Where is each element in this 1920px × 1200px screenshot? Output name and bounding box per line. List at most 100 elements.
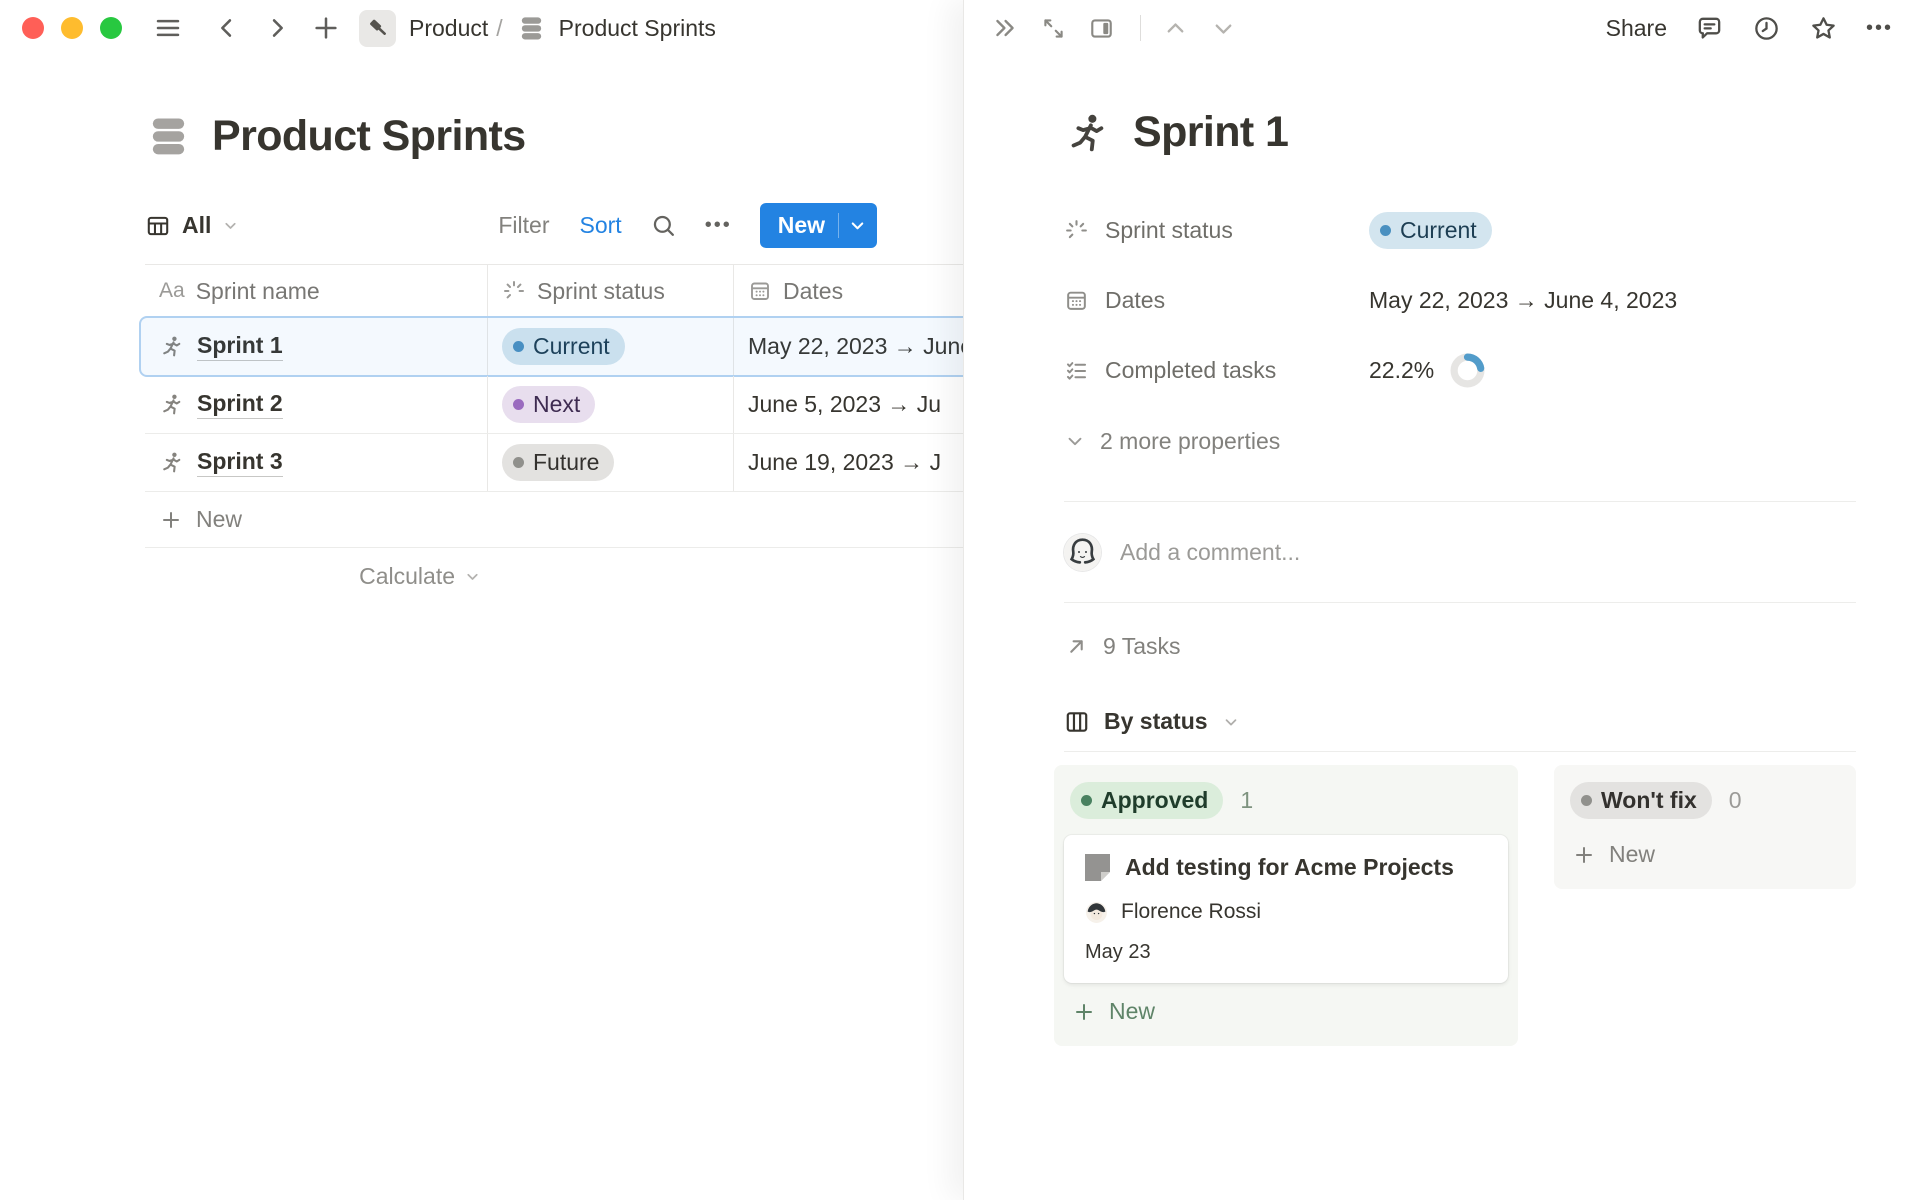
column-header-sprint-name[interactable]: Aa Sprint name: [145, 265, 487, 317]
dates-value[interactable]: May 22, 2023 → June 4, 2023: [748, 333, 963, 360]
card-title[interactable]: Add testing for Acme Projects: [1125, 854, 1454, 881]
search-icon[interactable]: [650, 212, 677, 239]
breadcrumb-current[interactable]: Product Sprints: [559, 15, 716, 42]
board-new-card-button[interactable]: New: [1564, 830, 1846, 879]
side-peek-panel: Share ••• Sprint 1 Sprint status Current: [963, 0, 1920, 1200]
sprints-table: Aa Sprint name Sprint status Dates Sprin…: [145, 264, 963, 604]
chevron-down-icon: [464, 568, 481, 585]
more-properties-toggle[interactable]: 2 more properties: [1064, 417, 1856, 465]
breadcrumb-page-hammer-icon[interactable]: [359, 10, 396, 47]
new-card-label: New: [1609, 841, 1655, 868]
open-as-peek-icon[interactable]: [1088, 15, 1115, 42]
status-badge[interactable]: Next: [502, 386, 595, 423]
new-button[interactable]: New: [760, 203, 877, 248]
comment-placeholder: Add a comment...: [1120, 539, 1300, 566]
database-icon[interactable]: [145, 113, 192, 160]
sprint-title-link[interactable]: Sprint 1: [197, 332, 283, 361]
updates-clock-icon[interactable]: [1752, 14, 1781, 43]
panel-page-title: Sprint 1: [1133, 108, 1288, 157]
table-row-sprint-1[interactable]: Sprint 1 Current May 22, 2023 → June 4, …: [145, 318, 963, 376]
filter-button[interactable]: Filter: [498, 212, 549, 239]
status-badge[interactable]: Current: [502, 328, 625, 365]
runner-icon: [159, 450, 184, 475]
new-button-label: New: [778, 212, 825, 239]
board-card[interactable]: Add testing for Acme Projects Florence R…: [1064, 835, 1508, 983]
chevron-down-icon: [222, 217, 239, 234]
table-row-sprint-3[interactable]: Sprint 3 Future June 19, 2023 → J: [145, 434, 963, 492]
status-badge[interactable]: Future: [502, 444, 614, 481]
board-column-header[interactable]: Won't fix 0: [1564, 775, 1846, 826]
panel-header: Share •••: [964, 0, 1920, 56]
property-value[interactable]: May 22, 2023 → June 4, 2023: [1369, 287, 1677, 314]
card-date: May 23: [1085, 941, 1487, 964]
titlebar: Product / Product Sprints: [0, 0, 963, 56]
group-badge[interactable]: Approved: [1070, 782, 1223, 819]
calculate-button[interactable]: Calculate: [145, 548, 487, 604]
sort-button[interactable]: Sort: [580, 212, 622, 239]
dates-value[interactable]: June 5, 2023 → Ju: [748, 391, 941, 418]
page-title-row: Product Sprints: [145, 112, 963, 161]
board-column-header[interactable]: Approved 1: [1064, 775, 1508, 826]
runner-icon[interactable]: [1064, 110, 1110, 156]
share-button[interactable]: Share: [1606, 15, 1667, 42]
column-header-label: Sprint name: [196, 278, 320, 305]
property-value[interactable]: Current: [1369, 212, 1492, 249]
chevron-down-icon[interactable]: [848, 216, 867, 235]
board-view-selector[interactable]: By status: [1064, 708, 1856, 735]
section-divider: [1064, 751, 1856, 752]
assignee-name: Florence Rossi: [1121, 900, 1261, 924]
column-header-sprint-status[interactable]: Sprint status: [487, 265, 733, 317]
plus-icon: [1072, 1000, 1096, 1024]
table-row-sprint-2[interactable]: Sprint 2 Next June 5, 2023 → Ju: [145, 376, 963, 434]
new-button-divider: [838, 213, 839, 238]
window-zoom-button[interactable]: [100, 17, 122, 39]
sidebar-menu-icon[interactable]: [153, 13, 183, 43]
property-label[interactable]: Completed tasks: [1064, 357, 1369, 384]
window-minimize-button[interactable]: [61, 17, 83, 39]
page-icon: [1085, 854, 1110, 881]
column-header-dates[interactable]: Dates: [733, 265, 963, 317]
status-burst-icon: [502, 279, 526, 303]
table-view-icon: [145, 213, 171, 239]
database-icon: [517, 14, 546, 43]
table-new-row-button[interactable]: New: [145, 492, 963, 548]
status-badge[interactable]: Current: [1369, 212, 1492, 249]
window-close-button[interactable]: [22, 17, 44, 39]
sprint-title-link[interactable]: Sprint 2: [197, 390, 283, 419]
add-comment-row[interactable]: Add a comment...: [1064, 502, 1856, 602]
board-column-wont-fix: Won't fix 0 New: [1554, 765, 1856, 889]
sprint-title-link[interactable]: Sprint 3: [197, 448, 283, 477]
previous-page-chevron-up-icon[interactable]: [1162, 15, 1189, 42]
more-options-icon[interactable]: •••: [705, 214, 732, 237]
header-divider: [1140, 15, 1141, 41]
favorite-star-icon[interactable]: [1809, 14, 1838, 43]
tasks-link-label: 9 Tasks: [1103, 633, 1181, 660]
section-divider: [1064, 602, 1856, 603]
property-value[interactable]: 22.2%: [1369, 353, 1485, 388]
comments-icon[interactable]: [1695, 14, 1724, 43]
expand-page-icon[interactable]: [1040, 15, 1067, 42]
plus-icon: [1572, 843, 1596, 867]
nav-forward-icon[interactable]: [263, 14, 291, 42]
nav-back-icon[interactable]: [213, 14, 241, 42]
close-peek-double-chevron-icon[interactable]: [991, 14, 1019, 42]
dates-value[interactable]: June 19, 2023 → J: [748, 449, 941, 476]
property-label[interactable]: Sprint status: [1064, 217, 1369, 244]
board-view-icon: [1064, 709, 1090, 735]
arrow-up-right-icon: [1064, 634, 1089, 659]
status-dot: [1081, 795, 1092, 806]
tasks-backlink[interactable]: 9 Tasks: [1064, 633, 1856, 660]
more-options-icon[interactable]: •••: [1866, 17, 1893, 40]
board-new-card-button[interactable]: New: [1064, 987, 1508, 1036]
property-label[interactable]: Dates: [1064, 287, 1369, 314]
runner-icon: [159, 392, 184, 417]
table-header-row: Aa Sprint name Sprint status Dates: [145, 264, 963, 318]
status-board: Approved 1 Add testing for Acme Projects…: [1054, 765, 1856, 1046]
next-page-chevron-down-icon[interactable]: [1210, 15, 1237, 42]
breadcrumb-root[interactable]: Product: [409, 15, 488, 42]
runner-icon: [159, 334, 184, 359]
property-sprint-status: Sprint status Current: [1064, 195, 1856, 265]
group-badge[interactable]: Won't fix: [1570, 782, 1712, 819]
new-tab-icon[interactable]: [311, 13, 341, 43]
view-tab-all[interactable]: All: [145, 212, 239, 239]
